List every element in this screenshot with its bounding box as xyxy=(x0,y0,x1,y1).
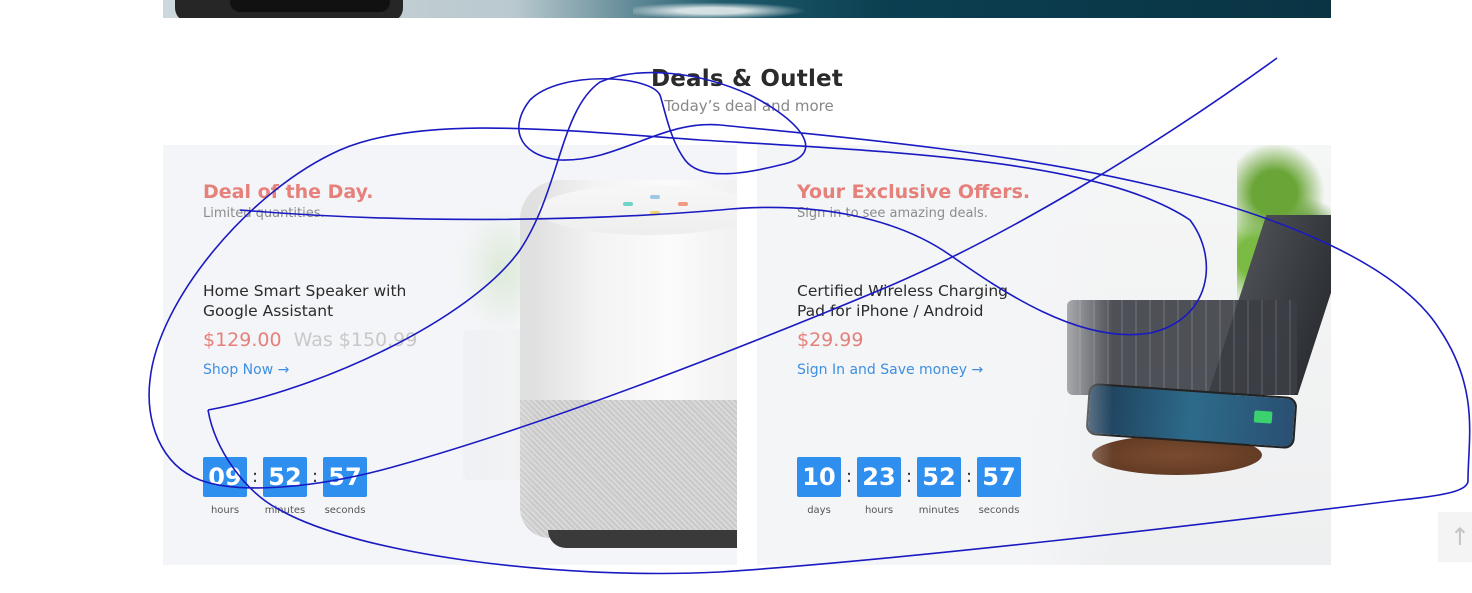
price-row: $129.00 Was $150.99 xyxy=(203,329,417,351)
price-row: $29.99 xyxy=(797,329,863,351)
sign-in-save-link[interactable]: Sign In and Save money → xyxy=(797,362,983,378)
current-price: $29.99 xyxy=(797,329,864,351)
countdown-seconds: 57 seconds xyxy=(323,457,367,516)
countdown-separator: : xyxy=(311,466,319,487)
countdown-seconds: 57 seconds xyxy=(977,457,1021,516)
scroll-to-top-button[interactable]: ↑ xyxy=(1438,512,1472,562)
countdown-label: hours xyxy=(864,505,894,516)
countdown-value: 57 xyxy=(323,457,367,497)
section-title: Deals & Outlet xyxy=(650,66,844,92)
countdown-minutes: 52 minutes xyxy=(263,457,307,516)
countdown-label: seconds xyxy=(978,505,1020,516)
current-price: $129.00 xyxy=(203,329,282,351)
offers-heading: Your Exclusive Offers. xyxy=(797,181,1031,203)
countdown-value: 57 xyxy=(977,457,1021,497)
countdown-days: 10 days xyxy=(797,457,841,516)
exclusive-offers-card[interactable]: Your Exclusive Offers. Sign in to see am… xyxy=(757,145,1331,565)
product-name-link[interactable]: Certified Wireless Charging Pad for iPho… xyxy=(797,281,1027,321)
countdown-label: minutes xyxy=(918,505,960,516)
countdown-minutes: 52 minutes xyxy=(917,457,961,516)
wave-image xyxy=(633,0,833,18)
countdown-hours: 23 hours xyxy=(857,457,901,516)
countdown-value: 52 xyxy=(263,457,307,497)
countdown-label: days xyxy=(807,505,831,516)
countdown-separator: : xyxy=(965,466,973,487)
countdown-separator: : xyxy=(845,466,853,487)
deal-heading: Deal of the Day. xyxy=(203,181,374,203)
countdown-value: 52 xyxy=(917,457,961,497)
product-name-link[interactable]: Home Smart Speaker with Google Assistant xyxy=(203,281,433,321)
was-price: Was $150.99 xyxy=(293,329,418,351)
deal-countdown: 09 hours : 52 minutes : 57 seconds xyxy=(203,457,367,516)
offers-countdown: 10 days : 23 hours : 52 minutes : 57 sec… xyxy=(797,457,1021,516)
countdown-label: minutes xyxy=(264,505,306,516)
countdown-value: 23 xyxy=(857,457,901,497)
countdown-value: 09 xyxy=(203,457,247,497)
countdown-separator: : xyxy=(905,466,913,487)
countdown-hours: 09 hours xyxy=(203,457,247,516)
offers-subheading: Sign in to see amazing deals. xyxy=(797,206,988,221)
countdown-value: 10 xyxy=(797,457,841,497)
top-banner-image[interactable] xyxy=(163,0,1331,18)
deal-of-day-card[interactable]: Deal of the Day. Limited quantities. Hom… xyxy=(163,145,737,565)
section-subtitle: Today’s deal and more xyxy=(664,97,834,115)
deal-subheading: Limited quantities. xyxy=(203,206,325,221)
countdown-separator: : xyxy=(251,466,259,487)
countdown-label: hours xyxy=(210,505,240,516)
countdown-label: seconds xyxy=(324,505,366,516)
speaker-device-image xyxy=(175,0,403,18)
shop-now-link[interactable]: Shop Now → xyxy=(203,362,289,378)
